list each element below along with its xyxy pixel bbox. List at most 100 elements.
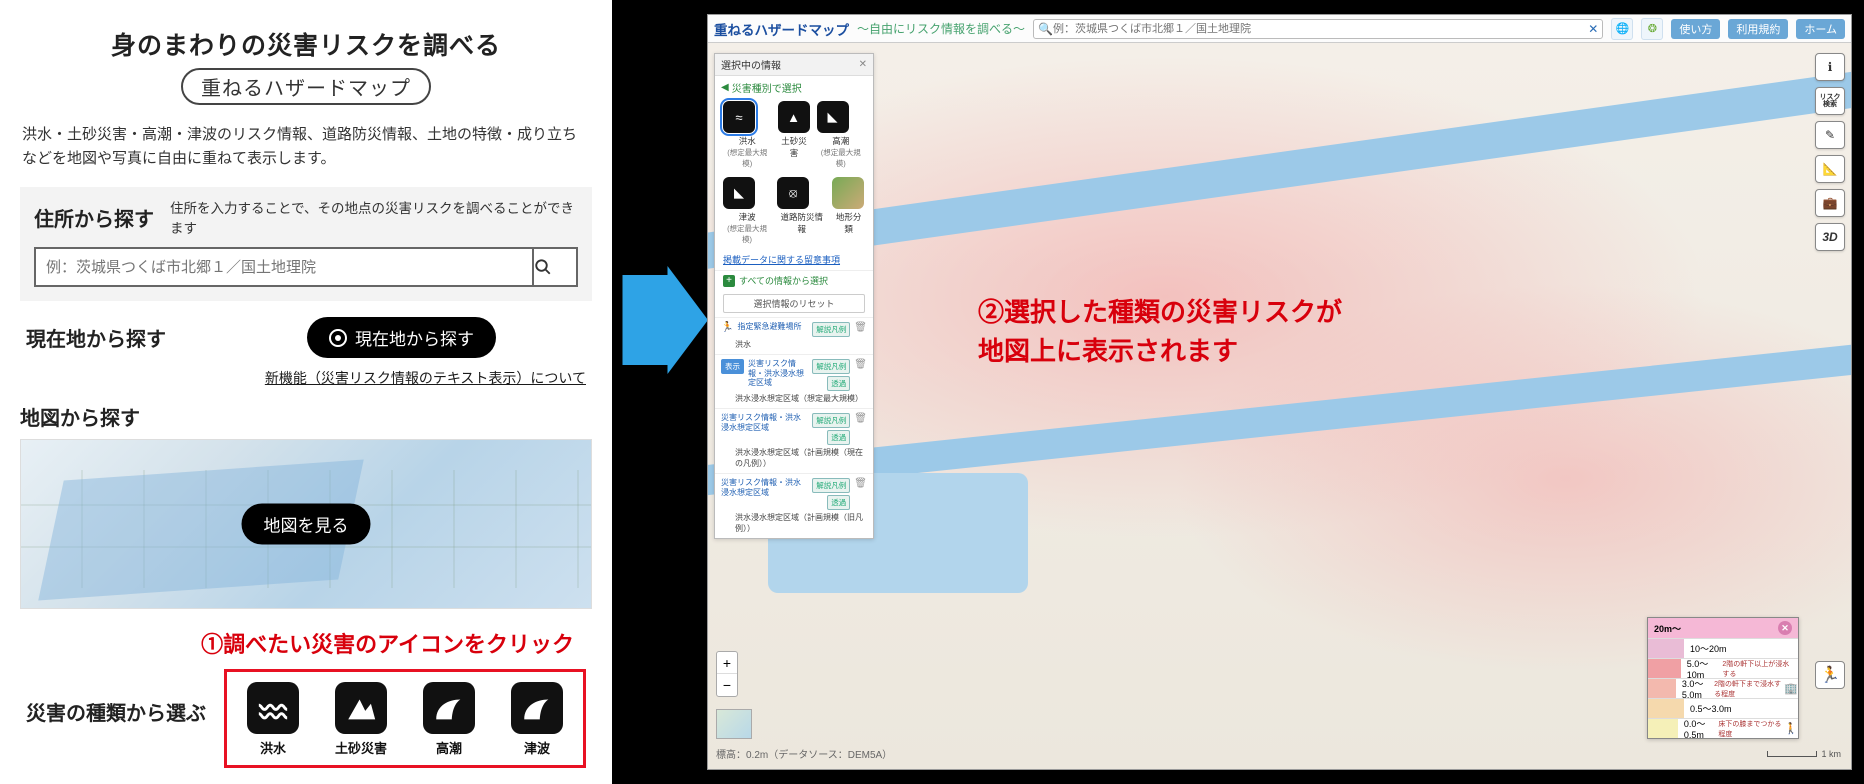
clear-search-icon[interactable]: ✕ (1588, 22, 1598, 36)
map-heading: 地図から探す (20, 402, 592, 431)
layer-item-3: 災害リスク情報・洪水浸水想定区域 解説凡例透過🗑 洪水浸水想定区域（計画規模（旧… (715, 473, 873, 538)
landslide-icon (335, 682, 387, 734)
org-logo-1[interactable]: 🌐 (1611, 18, 1633, 40)
header-search: 🔍 ✕ (1033, 19, 1603, 39)
current-location-label: 現在地から探す (355, 325, 474, 350)
sidepanel-title-bar: 選択中の情報 ✕ (715, 54, 873, 76)
disaster-landslide[interactable]: 土砂災害 (335, 682, 387, 757)
stage: 身のまわりの災害リスクを調べる 重ねるハザードマップ 洪水・土砂災害・高潮・津波… (0, 0, 1864, 784)
org-logo-2[interactable]: ❂ (1641, 18, 1663, 40)
disaster-flood-label: 洪水 (247, 738, 299, 757)
search-heading: 住所から探す (34, 203, 154, 232)
disaster-type-row: 災害の種類から選ぶ 洪水 土砂災害 高潮 津波 (20, 669, 592, 768)
disaster-landslide-label: 土砂災害 (335, 738, 387, 757)
person-icon: 🚶 (1784, 722, 1798, 735)
app-title: 重ねるハザードマップ (714, 19, 849, 39)
mini-tsunami[interactable]: ◣津波(想定最大規模) (723, 177, 771, 245)
search-icon: 🔍 (1038, 22, 1053, 36)
app-subtitle: ～自由にリスク情報を調べる～ (857, 20, 1025, 37)
tool-measure[interactable]: 📐 (1815, 155, 1845, 183)
category-select-label[interactable]: ◀ 災害種別で選択 (715, 76, 873, 97)
disaster-icons-row1: ≈洪水(想定最大規模) ▲土砂災害 ◣高潮(想定最大規模) (715, 97, 873, 173)
shelter-icon: 🏃 (721, 322, 733, 333)
address-search-bar (34, 247, 578, 287)
search-section: 住所から探す 住所を入力することで、その地点の災害リスクを調べることができます (20, 187, 592, 301)
right-panel: 重ねるハザードマップ ～自由にリスク情報を調べる～ 🔍 ✕ 🌐 ❂ 使い方 利用… (707, 14, 1852, 770)
page-title: 身のまわりの災害リスクを調べる (20, 26, 592, 62)
view-map-button[interactable]: 地図を見る (242, 504, 371, 545)
zoom-in-button[interactable]: + (717, 652, 737, 674)
trash-icon[interactable]: 🗑 (854, 478, 867, 489)
trans-button[interactable]: 透過 (827, 376, 850, 391)
mini-terrain[interactable]: 地形分類 (832, 177, 865, 245)
layer-item-1: 表示災害リスク情報・洪水浸水想定区域 解説凡例透過🗑 洪水浸水想定区域（想定最大… (715, 354, 873, 408)
map-preview: 地図を見る (20, 439, 592, 609)
address-search-button[interactable] (532, 249, 576, 285)
zoom-out-button[interactable]: − (717, 674, 737, 696)
disaster-tsunami[interactable]: 津波 (511, 682, 563, 757)
basemap-switcher[interactable] (716, 709, 752, 739)
reset-selection-button[interactable]: 選択情報のリセット (723, 294, 865, 313)
disaster-icons-row2: ◣津波(想定最大規模) ⦻道路防災情報 地形分類 (715, 173, 873, 249)
crosshair-icon (329, 329, 347, 347)
address-input[interactable] (36, 249, 532, 285)
stormsurge-icon (423, 682, 475, 734)
title-chip: 重ねるハザードマップ (181, 68, 431, 105)
mini-flood[interactable]: ≈洪水(想定最大規模) (723, 101, 772, 169)
new-feature-link[interactable]: 新機能（災害リスク情報のテキスト表示）について (26, 368, 586, 388)
flood-icon (247, 682, 299, 734)
disaster-type-box: 洪水 土砂災害 高潮 津波 (224, 669, 586, 768)
map-toolbar: ℹ リスク検索 ✎ 📐 💼 3D (1815, 53, 1845, 251)
current-location-button[interactable]: 現在地から探す (307, 317, 496, 358)
data-notice-link[interactable]: 掲載データに関する留意事項 (715, 249, 873, 270)
disaster-stormsurge[interactable]: 高潮 (423, 682, 475, 757)
search-subtext: 住所を入力することで、その地点の災害リスクを調べることができます (170, 197, 578, 237)
elevation-readout: 標高：0.2m（データソース：DEM5A） (716, 746, 892, 761)
tool-evacuate[interactable]: 🏃 (1815, 661, 1845, 689)
view-map-label: 地図を見る (264, 512, 349, 537)
legend-header: 20m～✕ (1648, 618, 1798, 638)
sidepanel-title: 選択中の情報 (721, 57, 781, 72)
tool-briefcase[interactable]: 💼 (1815, 189, 1845, 217)
location-heading: 現在地から探す (26, 323, 166, 352)
search-icon (534, 258, 552, 276)
mini-stormsurge[interactable]: ◣高潮(想定最大規模) (817, 101, 866, 169)
mini-landslide[interactable]: ▲土砂災害 (778, 101, 811, 169)
header-search-input[interactable] (1053, 23, 1588, 35)
trash-icon[interactable]: 🗑 (854, 413, 867, 424)
legend-button[interactable]: 解説凡例 (812, 359, 850, 374)
all-info-bar[interactable]: + すべての情報から選択 (715, 270, 873, 290)
plus-icon: + (723, 275, 735, 287)
layer-side-panel: 選択中の情報 ✕ ◀ 災害種別で選択 ≈洪水(想定最大規模) ▲土砂災害 ◣高潮… (714, 53, 874, 539)
legend-close-icon[interactable]: ✕ (1778, 621, 1792, 635)
depth-legend: 20m～✕ 10～20m 5.0～10m2階の軒下以上が浸水する 3.0～5.0… (1647, 617, 1799, 739)
header-howto-button[interactable]: 使い方 (1671, 19, 1720, 39)
legend-button[interactable]: 解説凡例 (812, 478, 850, 493)
tool-info[interactable]: ℹ (1815, 53, 1845, 81)
legend-button[interactable]: 解説凡例 (812, 322, 850, 337)
disaster-stormsurge-label: 高潮 (423, 738, 475, 757)
mini-road[interactable]: ⦻道路防災情報 (777, 177, 826, 245)
sidepanel-close-icon[interactable]: ✕ (859, 59, 867, 70)
tool-risk-search[interactable]: リスク検索 (1815, 87, 1845, 115)
disaster-flood[interactable]: 洪水 (247, 682, 299, 757)
header-terms-button[interactable]: 利用規約 (1728, 19, 1788, 39)
tsunami-icon (511, 682, 563, 734)
header-home-button[interactable]: ホーム (1796, 19, 1845, 39)
tool-draw[interactable]: ✎ (1815, 121, 1845, 149)
show-badge: 表示 (721, 359, 744, 374)
arrow-icon (618, 260, 708, 380)
river-shape (708, 43, 1851, 270)
map-area[interactable]: 選択中の情報 ✕ ◀ 災害種別で選択 ≈洪水(想定最大規模) ▲土砂災害 ◣高潮… (708, 43, 1851, 769)
location-section: 現在地から探す 現在地から探す 新機能（災害リスク情報のテキスト表示）について (20, 309, 592, 388)
trash-icon[interactable]: 🗑 (854, 359, 867, 370)
layer-item-2: 災害リスク情報・洪水浸水想定区域 解説凡例透過🗑 洪水浸水想定区域（計画規模（現… (715, 408, 873, 473)
trash-icon[interactable]: 🗑 (854, 322, 867, 333)
layer-item-0: 🏃指定緊急避難場所 解説凡例🗑 洪水 (715, 317, 873, 354)
left-panel: 身のまわりの災害リスクを調べる 重ねるハザードマップ 洪水・土砂災害・高潮・津波… (0, 0, 612, 784)
tool-3d[interactable]: 3D (1815, 223, 1845, 251)
legend-button[interactable]: 解説凡例 (812, 413, 850, 428)
trans-button[interactable]: 透過 (827, 430, 850, 445)
trans-button[interactable]: 透過 (827, 495, 850, 510)
scale-bar: 1 km (1767, 749, 1841, 759)
